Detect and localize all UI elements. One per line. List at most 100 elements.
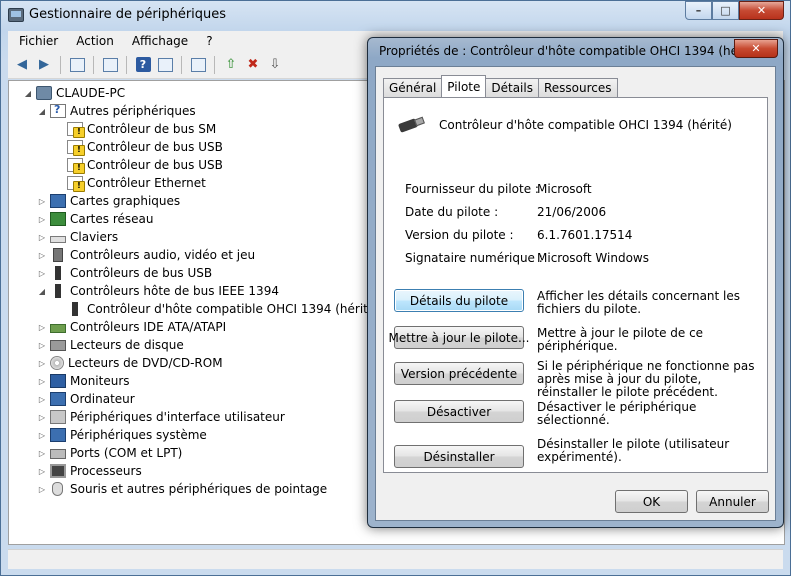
tree-item[interactable]: ▷ Claviers — [37, 228, 118, 246]
tree-item[interactable]: Contrôleur de bus SM — [67, 120, 216, 138]
forward-arrow-icon[interactable]: ▶ — [34, 56, 54, 74]
tree-item[interactable]: ▷ Contrôleurs de bus USB — [37, 264, 212, 282]
dialog-title: Propriétés de : Contrôleur d'hôte compat… — [379, 44, 764, 58]
expand-arrow-icon[interactable]: ▷ — [37, 485, 47, 494]
update-driver-icon[interactable]: ⇧ — [221, 56, 241, 74]
dialog-close-button[interactable]: ✕ — [734, 39, 778, 58]
expand-arrow-icon[interactable]: ▷ — [37, 215, 47, 224]
properties-dialog: Propriétés de : Contrôleur d'hôte compat… — [367, 37, 784, 528]
menu-action[interactable]: Action — [67, 34, 123, 48]
roll-back-driver-button[interactable]: Version précédente — [394, 362, 524, 385]
expand-arrow-icon[interactable]: ▷ — [37, 377, 47, 386]
tree-item[interactable]: ▷ Moniteurs — [37, 372, 130, 390]
tree-item-label: Lecteurs de DVD/CD-ROM — [68, 356, 223, 370]
collapse-arrow-icon[interactable]: ◢ — [37, 287, 47, 296]
tab-ressources[interactable]: Ressources — [537, 78, 618, 97]
disable-button[interactable]: Désactiver — [394, 400, 524, 423]
tree-item[interactable]: Contrôleur de bus USB — [67, 138, 223, 156]
dialog-body: Général Pilote Détails Ressources Contrô… — [375, 66, 776, 521]
tab-pilote[interactable]: Pilote — [441, 75, 487, 97]
expand-arrow-icon[interactable]: ▷ — [37, 467, 47, 476]
tree-item-label: Moniteurs — [70, 374, 130, 388]
expand-arrow-icon[interactable]: ▷ — [37, 233, 47, 242]
device-manager-app-icon — [8, 8, 24, 22]
minimize-button[interactable]: – — [685, 1, 712, 20]
title-bar: Gestionnaire de périphériques – □ ✕ — [1, 1, 790, 31]
properties-icon[interactable] — [100, 56, 120, 74]
cancel-button[interactable]: Annuler — [696, 490, 769, 513]
tree-item[interactable]: ▷ Cartes graphiques — [37, 192, 180, 210]
back-arrow-icon[interactable]: ◀ — [12, 56, 32, 74]
scan-hardware-icon[interactable] — [188, 56, 208, 74]
expand-arrow-icon[interactable]: ▷ — [37, 431, 47, 440]
driver-provider-label: Fournisseur du pilote : — [405, 182, 539, 196]
tree-item-selected[interactable]: Contrôleur d'hôte compatible OHCI 1394 (… — [67, 300, 380, 318]
expand-arrow-icon[interactable]: ▷ — [37, 449, 47, 458]
collapse-arrow-icon[interactable]: ◢ — [37, 107, 47, 116]
menu-fichier[interactable]: Fichier — [10, 34, 67, 48]
tree-root[interactable]: ◢ CLAUDE-PC — [23, 84, 125, 102]
warning-device-icon — [67, 140, 85, 156]
expand-arrow-icon[interactable]: ▷ — [37, 197, 47, 206]
tree-item-label: Contrôleurs hôte de bus IEEE 1394 — [70, 284, 279, 298]
firewire-icon — [72, 302, 78, 316]
close-button[interactable]: ✕ — [739, 1, 784, 20]
toolbar-separator — [181, 55, 182, 74]
disable-device-icon[interactable]: ⇩ — [265, 56, 285, 74]
expand-arrow-icon[interactable]: ▷ — [37, 269, 47, 278]
tree-item-label: Périphériques d'interface utilisateur — [70, 410, 285, 424]
disk-icon — [50, 339, 66, 351]
expand-arrow-icon[interactable]: ▷ — [37, 359, 47, 368]
tab-general[interactable]: Général — [383, 78, 443, 97]
driver-details-description: Afficher les détails concernant les fich… — [537, 289, 741, 316]
warning-device-icon — [67, 122, 85, 138]
menu-help[interactable]: ? — [197, 34, 221, 48]
tree-item-label: Souris et autres périphériques de pointa… — [70, 482, 328, 496]
tree-item[interactable]: ▷ Contrôleurs audio, vidéo et jeu — [37, 246, 255, 264]
show-hide-console-tree-icon[interactable] — [67, 56, 87, 74]
tree-item[interactable]: ▷ Cartes réseau — [37, 210, 153, 228]
tree-item[interactable]: ◢ Contrôleurs hôte de bus IEEE 1394 — [37, 282, 279, 300]
tree-item-label: Ordinateur — [70, 392, 135, 406]
tree-item[interactable]: ▷ Souris et autres périphériques de poin… — [37, 480, 327, 498]
tree-item-label: Cartes graphiques — [70, 194, 181, 208]
ok-button[interactable]: OK — [615, 490, 688, 513]
expand-arrow-icon[interactable]: ▷ — [37, 413, 47, 422]
tree-item[interactable]: ▷ Ports (COM et LPT) — [37, 444, 182, 462]
dvd-icon — [50, 356, 64, 370]
tree-item[interactable]: ◢ Autres périphériques — [37, 102, 196, 120]
collapse-arrow-icon[interactable]: ◢ — [23, 89, 33, 98]
driver-details-button[interactable]: Détails du pilote — [394, 289, 524, 312]
expand-arrow-icon[interactable]: ▷ — [37, 395, 47, 404]
tree-item[interactable]: ▷ Lecteurs de disque — [37, 336, 184, 354]
expand-arrow-icon[interactable]: ▷ — [37, 341, 47, 350]
tree-item[interactable]: ▷ Périphériques système — [37, 426, 207, 444]
uninstall-icon[interactable]: ✖ — [243, 56, 263, 74]
tree-item[interactable]: ▷ Périphériques d'interface utilisateur — [37, 408, 285, 426]
tree-item[interactable]: Contrôleur Ethernet — [67, 174, 206, 192]
ide-icon — [50, 324, 66, 333]
tree-item-label: Ports (COM et LPT) — [70, 446, 183, 460]
tab-details[interactable]: Détails — [485, 78, 539, 97]
toolbar-separator — [214, 55, 215, 74]
tree-item[interactable]: ▷ Lecteurs de DVD/CD-ROM — [37, 354, 223, 372]
driver-tab-panel: Contrôleur d'hôte compatible OHCI 1394 (… — [383, 97, 768, 473]
tree-item[interactable]: ▷ Contrôleurs IDE ATA/ATAPI — [37, 318, 226, 336]
status-bar — [8, 549, 783, 569]
tree-item[interactable]: ▷ Processeurs — [37, 462, 142, 480]
expand-arrow-icon[interactable]: ▷ — [37, 323, 47, 332]
tree-item[interactable]: Contrôleur de bus USB — [67, 156, 223, 174]
driver-date-label: Date du pilote : — [405, 205, 499, 219]
menu-affichage[interactable]: Affichage — [123, 34, 197, 48]
expand-arrow-icon[interactable]: ▷ — [37, 251, 47, 260]
display-adapter-icon — [50, 194, 66, 208]
update-driver-button[interactable]: Mettre à jour le pilote... — [389, 326, 529, 349]
driver-provider-value: Microsoft — [537, 182, 592, 196]
tree-item-label: Contrôleur de bus USB — [87, 140, 223, 154]
audio-icon — [53, 248, 63, 262]
help-icon[interactable]: ? — [133, 56, 153, 74]
maximize-button[interactable]: □ — [712, 1, 739, 20]
action-pane-icon[interactable] — [155, 56, 175, 74]
uninstall-button[interactable]: Désinstaller — [394, 445, 524, 468]
tree-item[interactable]: ▷ Ordinateur — [37, 390, 135, 408]
